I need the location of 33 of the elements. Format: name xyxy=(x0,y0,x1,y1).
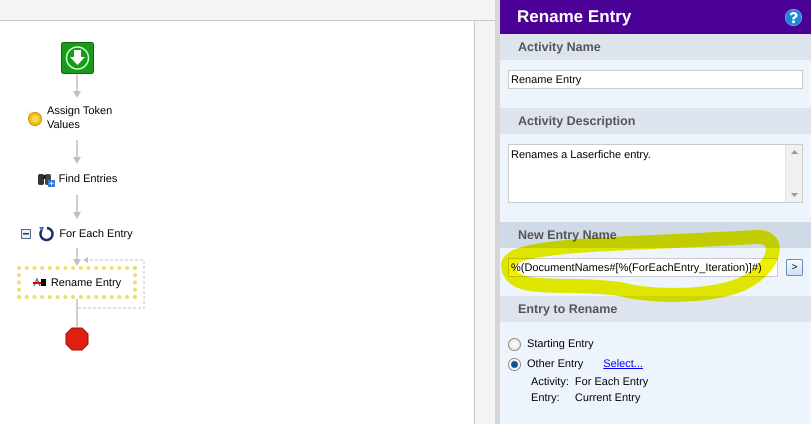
detail-label: Activity: xyxy=(531,375,569,390)
loop-icon xyxy=(38,225,56,242)
connector-arrow xyxy=(73,74,81,98)
text-area[interactable]: Renames a Laserfiche entry. xyxy=(508,144,803,203)
rename-icon xyxy=(32,278,47,287)
activity-node[interactable]: Rename Entry xyxy=(17,266,137,299)
stop-icon[interactable] xyxy=(65,327,89,351)
help-icon[interactable] xyxy=(785,8,802,26)
section-header: Entry to Rename xyxy=(500,296,811,322)
detail-value: Current Entry xyxy=(574,391,642,406)
detail-value: For Each Entry xyxy=(574,375,648,390)
connector-line xyxy=(75,299,79,327)
activity-node[interactable]: Find Entries xyxy=(36,170,118,187)
radio-label: Other Entry xyxy=(527,358,584,370)
activity-node[interactable]: Assign Token Values xyxy=(27,104,127,132)
insert-token-button[interactable]: > xyxy=(786,259,803,276)
coin-icon xyxy=(27,110,43,126)
radio-button[interactable] xyxy=(508,358,521,370)
collapse-toggle[interactable] xyxy=(21,228,32,238)
start-icon[interactable] xyxy=(60,42,94,74)
connector-arrow xyxy=(73,248,81,266)
activity-node[interactable]: For Each Entry xyxy=(21,225,133,242)
section-header: Activity Name xyxy=(500,34,811,60)
minus-icon xyxy=(23,232,30,234)
connector-arrow xyxy=(73,195,81,219)
radio-label: Starting Entry xyxy=(527,338,594,350)
radio-button[interactable] xyxy=(508,338,521,350)
select-link[interactable]: Select... xyxy=(603,358,643,370)
input-field[interactable]: Rename Entry xyxy=(508,70,803,89)
detail-label: Entry: xyxy=(531,391,561,406)
section-header: Activity Description xyxy=(500,108,811,134)
connector-arrow xyxy=(73,140,81,164)
panel-title: Rename Entry xyxy=(517,7,632,27)
